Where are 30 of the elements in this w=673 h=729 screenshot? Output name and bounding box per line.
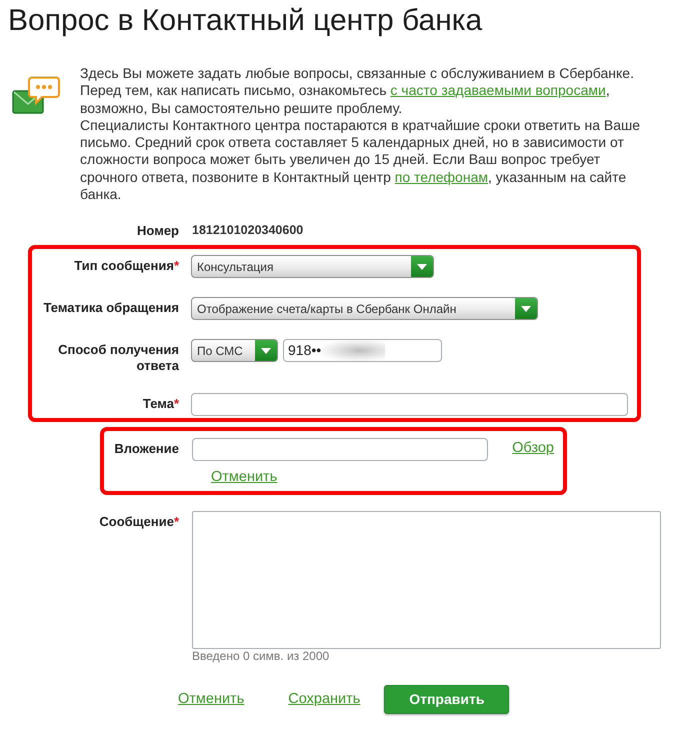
number-value: 1812101020340600 bbox=[192, 222, 304, 239]
text-link[interactable]: Сохранить bbox=[288, 689, 360, 711]
char-counter: Введено 0 симв. из 2000 bbox=[192, 649, 330, 664]
message-field[interactable] bbox=[192, 511, 661, 650]
number-label: Номер bbox=[136, 222, 179, 240]
text-link[interactable]: по телефонам bbox=[394, 168, 488, 185]
text-link[interactable]: Отменить bbox=[178, 689, 244, 711]
subject-field[interactable] bbox=[191, 393, 628, 416]
field-label: Способ получения ответа bbox=[57, 341, 179, 374]
file-path-field[interactable] bbox=[192, 438, 488, 462]
caret-icon bbox=[255, 340, 277, 362]
field-label: Тема* bbox=[142, 395, 179, 412]
dropdown[interactable]: Отображение счета/карты в Сбербанк Онлайн bbox=[191, 297, 538, 320]
field-label: Сообщение* bbox=[98, 513, 179, 530]
phone-field[interactable]: 918•• bbox=[283, 339, 442, 362]
caret-icon bbox=[411, 256, 433, 278]
field-label: Тематика обращения bbox=[42, 299, 179, 316]
dropdown[interactable]: По СМС bbox=[191, 339, 278, 362]
cancel-link[interactable]: Отменить bbox=[211, 469, 278, 486]
caret-icon bbox=[515, 298, 537, 320]
intro-paragraph: Специалисты Контактного центра постараются в кратчайшие сроки ответить на Ваше письмо. Средний срок ответа составляет 5 календарных дней, но в зависимости от сложности вопроса может быть увеличен до 15 дней. Если Ваш вопрос требует срочного ответа, позвоните в Контактный центр по телефонам, указанным на сайте банка. bbox=[80, 116, 642, 204]
dropdown[interactable]: Консультация bbox=[191, 255, 434, 278]
send-button[interactable]: Отправить bbox=[384, 685, 510, 714]
text-link[interactable]: с часто задаваемыми вопросами bbox=[390, 82, 606, 98]
browse-link[interactable]: Обзор bbox=[512, 438, 554, 458]
field-label: Вложение bbox=[114, 440, 179, 458]
envelope-chat-icon bbox=[12, 76, 60, 114]
page-title: Вопрос в Контактный центр банка bbox=[8, 3, 484, 39]
intro-paragraph: Здесь Вы можете задать любые вопросы, связанные с обслуживанием в Сбербанке. Перед тем, как написать письмо, ознакомьтесь с часто задаваемыми вопросами, возможно, Вы самостоятельно решите проблему. bbox=[80, 65, 635, 117]
field-label: Тип сообщения* bbox=[73, 257, 179, 274]
